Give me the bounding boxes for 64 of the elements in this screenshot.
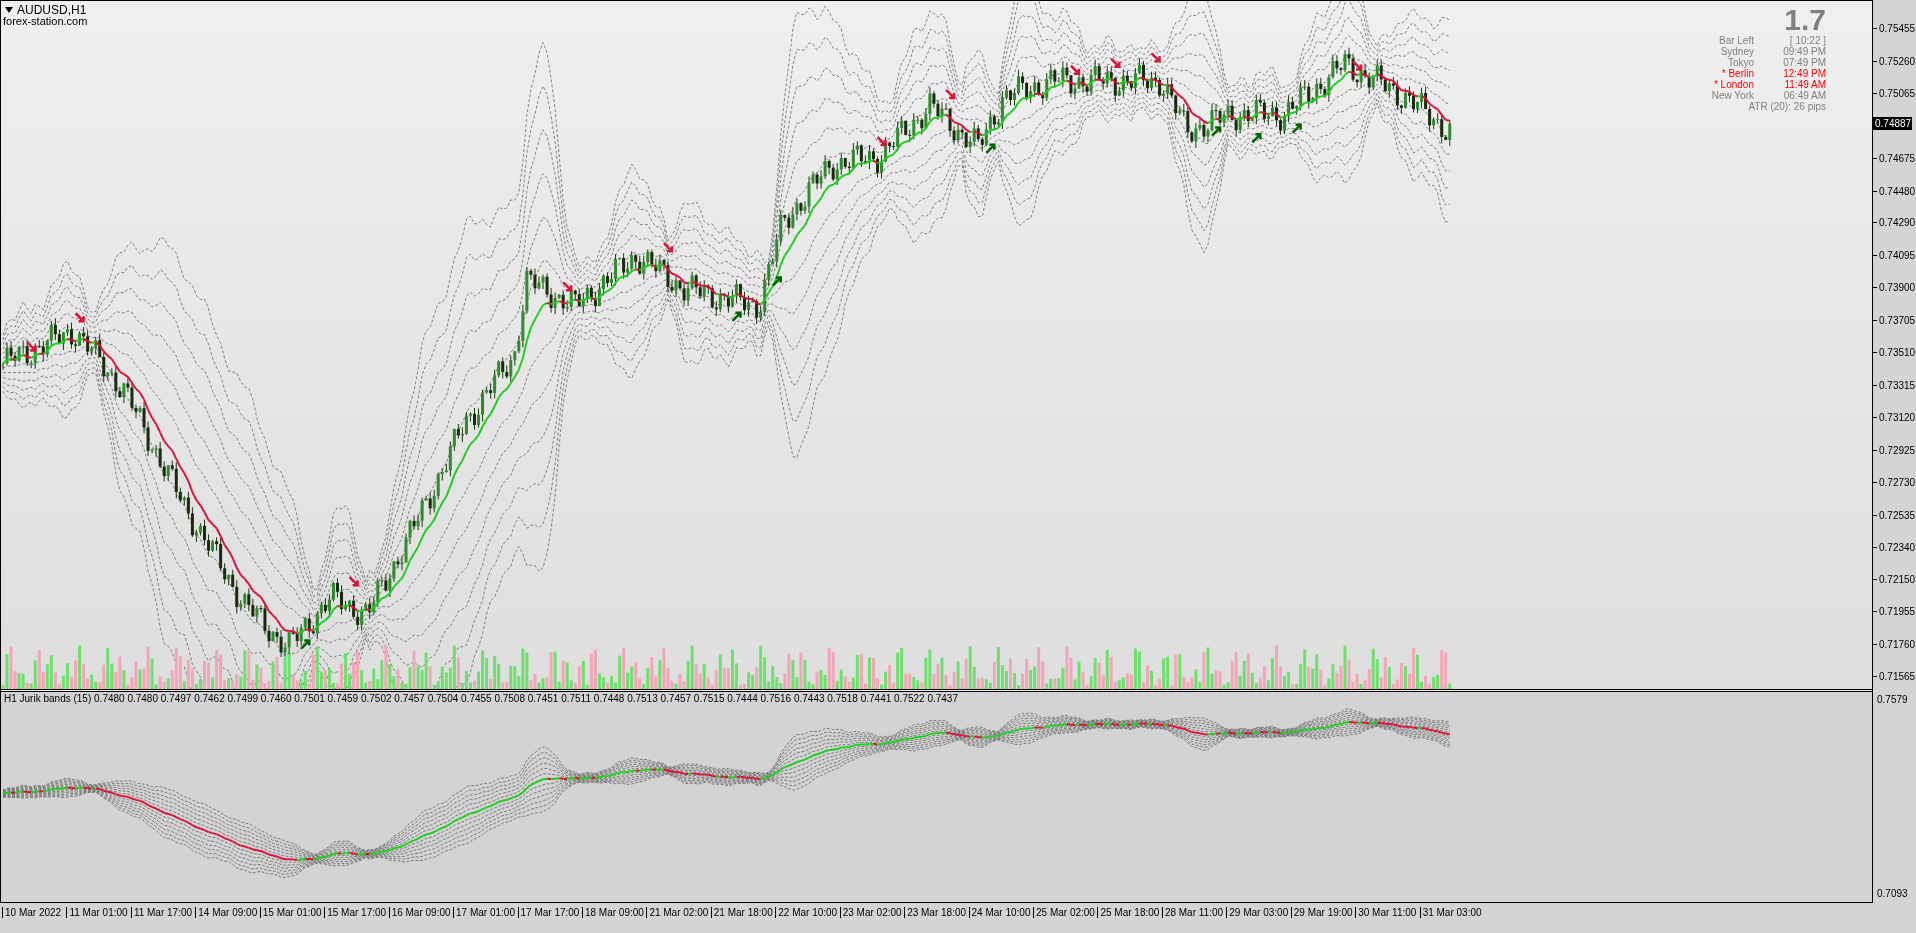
price-label: 0.75455 — [1873, 22, 1916, 35]
time-label: 10 Mar 2022 — [2, 907, 67, 918]
session-label: Tokyo — [1727, 57, 1754, 68]
session-time: 06:49 AM — [1782, 90, 1826, 101]
price-label: 0.72925 — [1873, 443, 1916, 457]
time-label: 15 Mar 01:00 — [259, 907, 325, 918]
price-label: 0.74887 — [1873, 116, 1913, 130]
time-label: 14 Mar 09:00 — [195, 907, 260, 918]
dropdown-icon[interactable] — [5, 7, 13, 13]
time-label: 21 Mar 18:00 — [710, 907, 776, 918]
chart-symbol: AUDUSD,H1 — [17, 3, 87, 17]
session-time: 09:49 PM — [1782, 46, 1826, 57]
atr-label: ATR (20): 26 pips — [1748, 101, 1826, 112]
price-label: 0.71565 — [1873, 670, 1916, 684]
price-label: 0.74480 — [1873, 184, 1916, 198]
price-label: 0.73705 — [1873, 313, 1916, 327]
session-time: 12:49 PM — [1782, 68, 1826, 79]
time-label: 28 Mar 11:00 — [1161, 907, 1227, 918]
time-label: 11 Mar 17:00 — [130, 907, 196, 918]
time-label: 17 Mar 17:00 — [517, 907, 582, 918]
time-label: 11 Mar 01:00 — [66, 907, 131, 918]
time-label: 21 Mar 02:00 — [646, 907, 711, 918]
price-label: 0.73900 — [1873, 281, 1916, 295]
indicator-label: H1 Jurik bands (15) 0.7480 0.7480 0.7497 0.7462 0.7499 0.7460 0.7501 0.7459 0.7502 0.7457 0.7504 0.7455 0.7508 0.7451 0.7511 0.7448 0.7513 0.7457 0.7515 0.7444 0.7516 0.7443 0.7518 0.7441 0.7522 0.7437 — [4, 693, 958, 704]
session-label: * London — [1712, 79, 1754, 90]
time-label: 24 Mar 10:00 — [968, 907, 1033, 918]
time-label: 29 Mar 03:00 — [1226, 907, 1291, 918]
time-label: 16 Mar 09:00 — [388, 907, 454, 918]
price-label: 0.72535 — [1873, 508, 1916, 522]
time-label: 17 Mar 01:00 — [453, 907, 518, 918]
price-label: 0.72730 — [1873, 476, 1916, 490]
price-label: 0.73315 — [1873, 378, 1916, 392]
price-label: 0.74095 — [1873, 248, 1916, 262]
price-label: 0.71760 — [1873, 637, 1916, 651]
time-label: 15 Mar 17:00 — [324, 907, 389, 918]
price-label: 0.72340 — [1873, 541, 1916, 555]
spread-value: 1.7 — [1784, 5, 1826, 35]
session-label: * Berlin — [1720, 68, 1754, 79]
price-label: 0.72150 — [1873, 572, 1916, 586]
price-label: 0.71955 — [1873, 605, 1916, 619]
time-label: 29 Mar 19:00 — [1290, 907, 1356, 918]
time-label: 30 Mar 11:00 — [1355, 907, 1420, 918]
indicator-axis-label: 0.7579 — [1877, 694, 1909, 705]
time-label: 23 Mar 02:00 — [839, 907, 905, 918]
indicator-axis-label: 0.7093 — [1877, 888, 1909, 899]
time-label: 23 Mar 18:00 — [904, 907, 969, 918]
price-label: 0.73510 — [1873, 346, 1916, 360]
price-label: 0.75260 — [1873, 54, 1916, 68]
price-label: 0.74290 — [1873, 216, 1916, 230]
price-label: 0.74675 — [1873, 152, 1916, 165]
session-time: [ 10:22 ] — [1789, 35, 1826, 46]
time-label: 31 Mar 03:00 — [1419, 907, 1485, 918]
session-label: Sydney — [1719, 46, 1754, 57]
source-label: forex-station.com — [3, 15, 88, 27]
price-label: 0.73120 — [1873, 411, 1916, 425]
time-label: 22 Mar 10:00 — [775, 907, 840, 918]
session-time: 11:49 AM — [1783, 79, 1826, 90]
session-label: Bar Left — [1717, 35, 1754, 46]
time-label: 25 Mar 18:00 — [1097, 907, 1162, 918]
session-time: 07:49 PM — [1782, 57, 1826, 68]
time-label: 25 Mar 02:00 — [1033, 907, 1098, 918]
session-label: New York — [1710, 90, 1754, 101]
time-label: 18 Mar 09:00 — [581, 907, 647, 918]
price-label: 0.75065 — [1873, 87, 1916, 100]
